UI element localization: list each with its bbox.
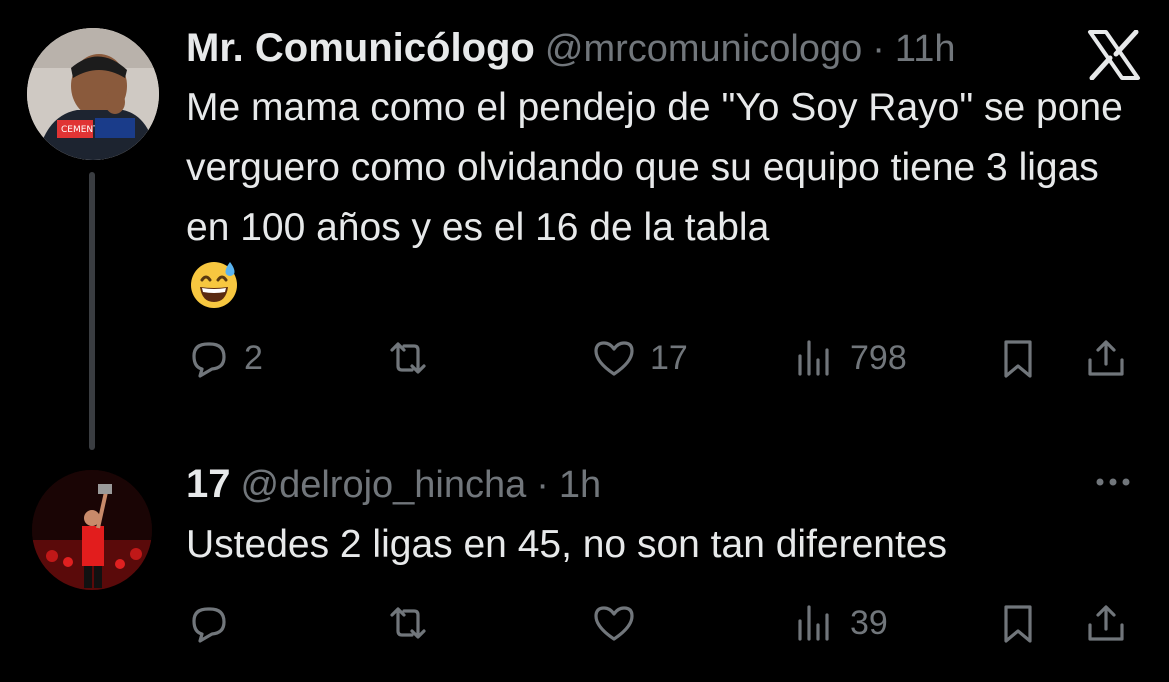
like-action[interactable]: 17 — [592, 336, 688, 380]
share-icon[interactable] — [1084, 336, 1128, 380]
author-name[interactable]: 17 — [186, 462, 231, 507]
views-action[interactable]: 798 — [792, 336, 907, 380]
avatar[interactable] — [32, 470, 152, 590]
separator-dot: · — [872, 28, 885, 70]
bookmark-action[interactable] — [996, 336, 1040, 380]
thread-line — [89, 172, 95, 450]
views-action[interactable]: 39 — [792, 601, 888, 645]
tweet-actions: 39 — [186, 601, 1136, 645]
view-count: 798 — [850, 338, 907, 377]
x-logo-icon[interactable] — [1086, 30, 1142, 80]
separator-dot: · — [536, 464, 549, 506]
tweet-actions: 2 17 798 — [186, 336, 1136, 380]
timestamp[interactable]: 1h — [559, 464, 601, 507]
tweet-text: Ustedes 2 ligas en 45, no son tan difere… — [186, 523, 947, 566]
more-icon[interactable] — [1088, 462, 1138, 502]
bookmark-icon[interactable] — [996, 336, 1040, 380]
svg-text:CEMENT: CEMENT — [61, 125, 99, 135]
author-name[interactable]: Mr. Comunicólogo — [186, 26, 535, 71]
avatar-photo — [32, 470, 152, 590]
reply-action[interactable] — [186, 601, 244, 645]
tweet-header: 17 @delrojo_hincha · 1h — [186, 462, 601, 507]
reply-action[interactable]: 2 — [186, 336, 263, 380]
timestamp[interactable]: 11h — [895, 28, 956, 71]
bookmark-action[interactable] — [996, 601, 1040, 645]
views-icon[interactable] — [792, 336, 836, 380]
avatar[interactable]: CEMENT — [27, 28, 159, 160]
tweet-text: Me mama como el pendejo de "Yo Soy Rayo"… — [186, 86, 1123, 249]
share-icon[interactable] — [1084, 601, 1128, 645]
like-count: 17 — [650, 338, 688, 377]
bookmark-icon[interactable] — [996, 601, 1040, 645]
retweet-icon[interactable] — [386, 601, 430, 645]
view-count: 39 — [850, 603, 888, 642]
avatar-photo: CEMENT — [27, 28, 159, 160]
like-action[interactable] — [592, 601, 650, 645]
share-action[interactable] — [1084, 601, 1128, 645]
reply-count: 2 — [244, 338, 263, 377]
author-handle[interactable]: @mrcomunicologo — [545, 28, 862, 71]
reply-icon[interactable] — [186, 336, 230, 380]
views-icon[interactable] — [792, 601, 836, 645]
retweet-icon[interactable] — [386, 336, 430, 380]
grinning-sweat-emoji-icon — [191, 262, 237, 308]
tweet-header: Mr. Comunicólogo @mrcomunicologo · 11h — [186, 26, 955, 71]
heart-icon[interactable] — [592, 601, 636, 645]
tweet-2[interactable]: 17 @delrojo_hincha · 1h Ustedes 2 ligas … — [0, 455, 1169, 682]
retweet-action[interactable] — [386, 336, 444, 380]
retweet-action[interactable] — [386, 601, 444, 645]
heart-icon[interactable] — [592, 336, 636, 380]
share-action[interactable] — [1084, 336, 1128, 380]
tweet-1[interactable]: CEMENT Mr. Comunicólogo @mrcomunicologo … — [0, 0, 1169, 450]
author-handle[interactable]: @delrojo_hincha — [241, 464, 527, 507]
reply-icon[interactable] — [186, 601, 230, 645]
